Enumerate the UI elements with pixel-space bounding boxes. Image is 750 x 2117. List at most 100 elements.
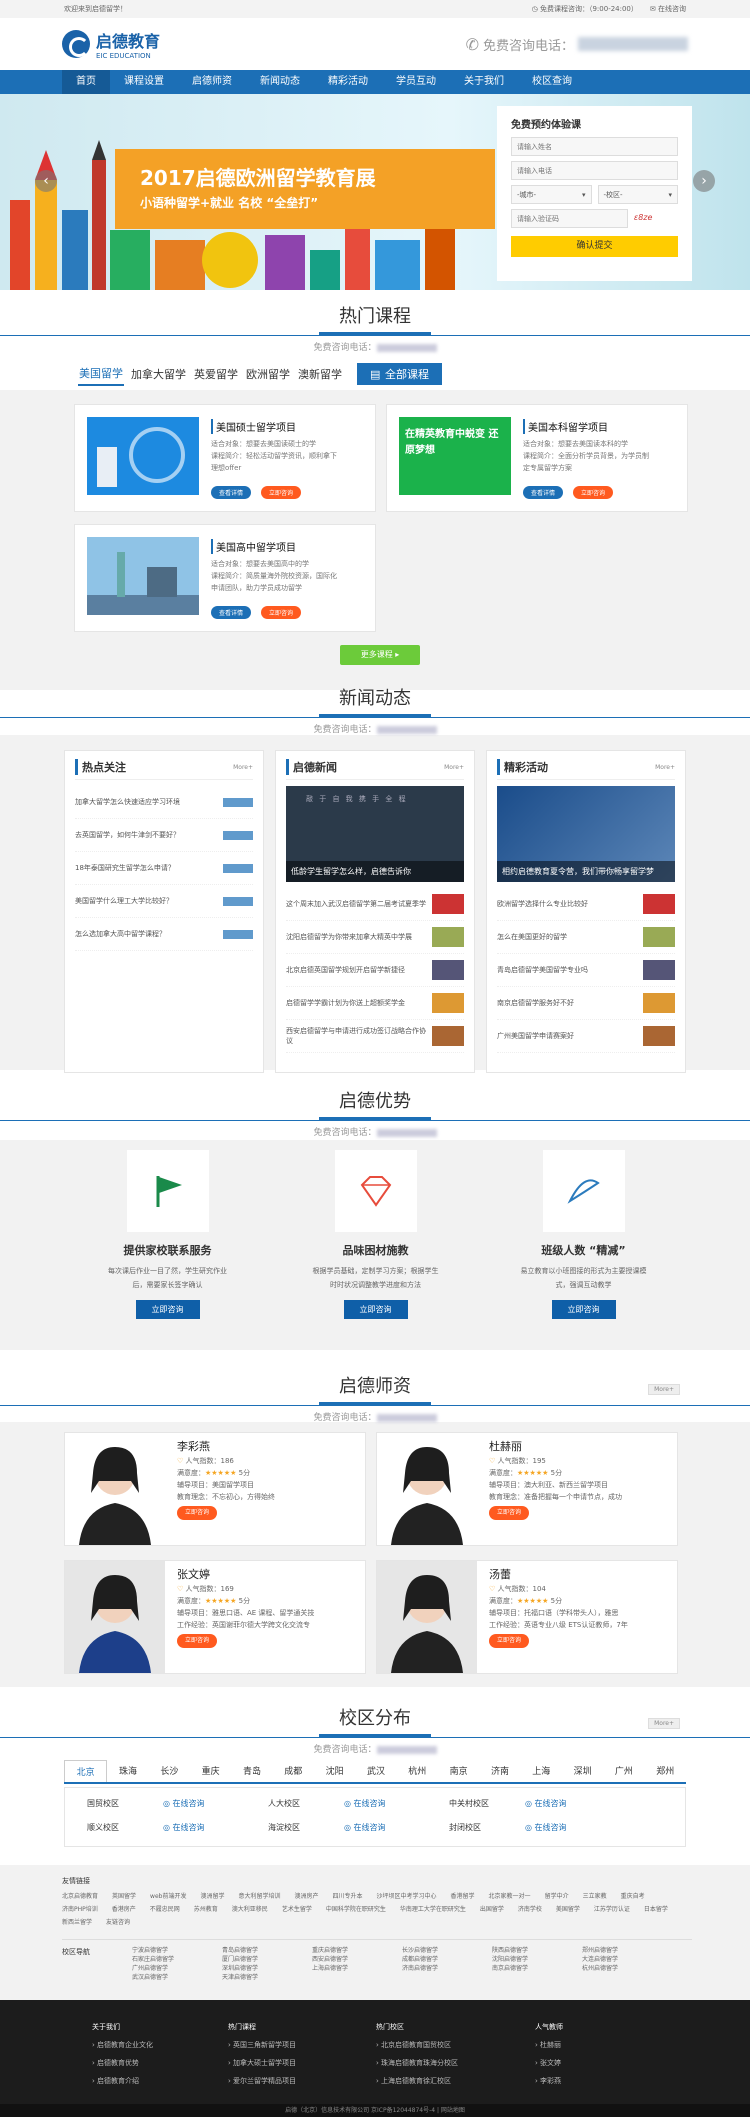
campus-nav-link[interactable]: 宁波启德留学 xyxy=(132,1946,204,1955)
online-consult-link[interactable]: ◎ 在线咨询 xyxy=(344,1822,386,1833)
course-tab[interactable]: 加拿大留学 xyxy=(130,363,187,385)
friend-link[interactable]: 留学中介 xyxy=(545,1890,569,1903)
list-item[interactable]: 怎么在美国更好的留学 xyxy=(497,921,675,954)
footer-link[interactable]: › 李彩燕 xyxy=(535,2072,563,2090)
banner-prev-icon[interactable]: ‹ xyxy=(35,170,57,192)
news-link[interactable]: 这个周末加入武汉启德留学第二届考试夏季学 xyxy=(286,899,426,909)
teacher-card[interactable]: 汤蕾 ♡ 人气指数：104 满意度：★★★★★ 5分 辅导项目：托福口语（学科带… xyxy=(376,1560,678,1674)
campus-nav-link[interactable]: 深圳启德留学 xyxy=(222,1964,294,1973)
name-input[interactable] xyxy=(511,137,678,156)
online-consult-link[interactable]: ◎ 在线咨询 xyxy=(163,1822,205,1833)
friend-link[interactable]: 艺术生留学 xyxy=(282,1903,312,1916)
campus-nav-link[interactable]: 石家庄启德留学 xyxy=(132,1955,204,1964)
list-item[interactable]: 去英国留学，如何牛津剑不要好？ xyxy=(75,819,253,852)
course-tab[interactable]: 美国留学 xyxy=(78,362,124,386)
more-courses-button[interactable]: 更多课程 ▸ xyxy=(340,645,420,665)
news-link[interactable]: 怎么在美国更好的留学 xyxy=(497,932,637,942)
more-link[interactable]: More+ xyxy=(655,764,675,771)
city-tab[interactable]: 深圳 xyxy=(562,1760,603,1782)
news-link[interactable]: 加拿大留学怎么快速适应学习环境 xyxy=(75,797,215,807)
campus-nav-link[interactable]: 广州启德留学 xyxy=(132,1964,204,1973)
footer-link[interactable]: › 英国三角新留学项目 xyxy=(228,2036,296,2054)
course-card[interactable]: 美国硕士留学项目 适合对象：想要去美国读硕士的学 课程简介：轻松活动留学资讯，顺利拿… xyxy=(74,404,376,512)
footer-link[interactable]: › 张文婷 xyxy=(535,2054,563,2072)
consult-button[interactable]: 立即咨询 xyxy=(343,1300,408,1319)
friend-link[interactable]: 出国留学 xyxy=(480,1903,504,1916)
campus-nav-link[interactable]: 成都启德留学 xyxy=(402,1955,474,1964)
friend-link[interactable]: 华南理工大学在职研究生 xyxy=(400,1903,466,1916)
city-select[interactable]: -城市- ▾ xyxy=(511,185,592,204)
friend-link[interactable]: 江苏学历认证 xyxy=(594,1903,630,1916)
list-item[interactable]: 这个周末加入武汉启德留学第二届考试夏季学 xyxy=(286,888,464,921)
news-link[interactable]: 欧洲留学选择什么专业比较好 xyxy=(497,899,637,909)
friend-link[interactable]: 三立家教 xyxy=(583,1890,607,1903)
campus-nav-link[interactable]: 南京启德留学 xyxy=(492,1964,564,1973)
teacher-card[interactable]: 李彩燕 ♡ 人气指数：186 满意度：★★★★★ 5分 辅导项目：美国留学项目 … xyxy=(64,1432,366,1546)
nav-item-2[interactable]: 启德师资 xyxy=(178,70,246,94)
friend-link[interactable]: 济南学校 xyxy=(518,1903,542,1916)
online-consult-link[interactable]: ✉ 在线咨询 xyxy=(650,4,686,14)
news-link[interactable]: 美国留学什么理工大学比较好？ xyxy=(75,896,215,906)
consult-button[interactable]: 立即咨询 xyxy=(573,486,614,499)
consult-button[interactable]: 立即咨询 xyxy=(261,606,302,619)
online-consult-link[interactable]: ◎ 在线咨询 xyxy=(344,1798,386,1809)
list-item[interactable]: 美国留学什么理工大学比较好？ xyxy=(75,885,253,918)
campus-nav-link[interactable]: 沈阳启德留学 xyxy=(492,1955,564,1964)
city-tab[interactable]: 武汉 xyxy=(355,1760,396,1782)
friend-link[interactable]: 日本留学 xyxy=(644,1903,668,1916)
online-consult-link[interactable]: ◎ 在线咨询 xyxy=(525,1822,567,1833)
news-link[interactable]: 去英国留学，如何牛津剑不要好？ xyxy=(75,830,215,840)
news-link[interactable]: 怎么选加拿大高中留学课程？ xyxy=(75,929,215,939)
consult-button[interactable]: 立即咨询 xyxy=(177,1634,218,1648)
all-courses-button[interactable]: ▤ 全部课程 xyxy=(357,363,442,385)
nav-item-7[interactable]: 校区查询 xyxy=(518,70,586,94)
list-item[interactable]: 18年泰国研究生留学怎么申请？ xyxy=(75,852,253,885)
nav-item-4[interactable]: 精彩活动 xyxy=(314,70,382,94)
friend-link[interactable]: 重庆自考 xyxy=(621,1890,645,1903)
consult-button[interactable]: 立即咨询 xyxy=(489,1634,530,1648)
campus-nav-link[interactable]: 杭州启德留学 xyxy=(582,1964,654,1973)
more-link[interactable]: More+ xyxy=(444,764,464,771)
campus-nav-link[interactable]: 重庆启德留学 xyxy=(312,1946,384,1955)
nav-item-0[interactable]: 首页 xyxy=(62,70,110,94)
submit-button[interactable]: 确认提交 xyxy=(511,236,678,257)
footer-link[interactable]: › 爱尔兰留学精品项目 xyxy=(228,2072,296,2090)
friend-link[interactable]: 澳洲房产 xyxy=(294,1890,318,1903)
footer-link[interactable]: › 北京启德教育国贸校区 xyxy=(376,2036,458,2054)
footer-link[interactable]: › 珠海启德教育珠海分校区 xyxy=(376,2054,458,2072)
campus-nav-link[interactable]: 长沙启德留学 xyxy=(402,1946,474,1955)
featured-activity[interactable]: 相约启德教育夏令营，我们带你畅享留学梦 xyxy=(497,786,675,882)
friend-link[interactable]: 四川专升本 xyxy=(333,1890,363,1903)
city-tab[interactable]: 郑州 xyxy=(645,1760,686,1782)
nav-item-5[interactable]: 学员互动 xyxy=(382,70,450,94)
friend-link[interactable]: 友链咨询 xyxy=(106,1916,130,1929)
friend-link[interactable]: 香港留学 xyxy=(451,1890,475,1903)
featured-news[interactable]: 敲 于 自 我 携 手 全 程低龄学生留学怎么样，启德告诉你 xyxy=(286,786,464,882)
news-link[interactable]: 沈阳启德留学为你带来加拿大精英中学展 xyxy=(286,932,426,942)
footer-link[interactable]: › 上海启德教育徐汇校区 xyxy=(376,2072,458,2090)
nav-item-6[interactable]: 关于我们 xyxy=(450,70,518,94)
teacher-card[interactable]: 张文婷 ♡ 人气指数：169 满意度：★★★★★ 5分 辅导项目：雅思口语、AE… xyxy=(64,1560,366,1674)
city-tab[interactable]: 南京 xyxy=(438,1760,479,1782)
friend-link[interactable]: 香港房产 xyxy=(112,1903,136,1916)
list-item[interactable]: 加拿大留学怎么快速适应学习环境 xyxy=(75,786,253,819)
phone-input[interactable] xyxy=(511,161,678,180)
course-tab[interactable]: 英爱留学 xyxy=(193,363,239,385)
friend-link[interactable]: 澳洲留学 xyxy=(200,1890,224,1903)
course-tab[interactable]: 澳新留学 xyxy=(297,363,343,385)
city-tab[interactable]: 上海 xyxy=(521,1760,562,1782)
city-tab[interactable]: 珠海 xyxy=(107,1760,148,1782)
banner-next-icon[interactable]: › xyxy=(693,170,715,192)
city-tab[interactable]: 广州 xyxy=(603,1760,644,1782)
news-link[interactable]: 南京启德留学服务好不好 xyxy=(497,998,637,1008)
friend-link[interactable]: 英国留学 xyxy=(112,1890,136,1903)
online-consult-link[interactable]: ◎ 在线咨询 xyxy=(525,1798,567,1809)
campus-nav-link[interactable]: 郑州启德留学 xyxy=(582,1946,654,1955)
more-link[interactable]: More+ xyxy=(233,764,253,771)
footer-link[interactable]: › 加拿大硕士留学项目 xyxy=(228,2054,296,2072)
news-link[interactable]: 广州美国留学申请赛案好 xyxy=(497,1031,637,1041)
captcha-input[interactable] xyxy=(511,209,628,228)
friend-link[interactable]: 沙坪坝区中考学习中心 xyxy=(377,1890,437,1903)
friend-link[interactable]: 中国科学院在职研究生 xyxy=(326,1903,386,1916)
detail-button[interactable]: 查看详情 xyxy=(211,606,252,619)
